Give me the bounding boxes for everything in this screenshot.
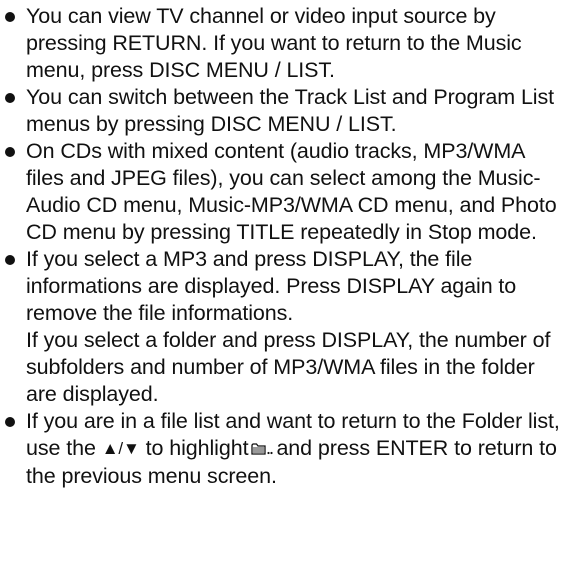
tip-text: If you select a MP3 and press DISPLAY, t…: [26, 247, 517, 325]
tip-item-switch-lists: You can switch between the Track List an…: [0, 84, 562, 138]
manual-page: You can view TV channel or video input s…: [0, 0, 562, 579]
bullet-icon: [5, 255, 15, 265]
tip-text-middle: to highlight: [145, 436, 249, 460]
up-down-arrows-icon: ▲/▼: [101, 439, 140, 458]
tip-item-mixed-content: On CDs with mixed content (audio tracks,…: [0, 138, 562, 246]
tip-item-display: If you select a MP3 and press DISPLAY, t…: [0, 246, 562, 408]
bullet-icon: [5, 147, 15, 157]
tip-item-return: You can view TV channel or video input s…: [0, 3, 562, 84]
tips-list: You can view TV channel or video input s…: [0, 3, 562, 490]
tip-item-folder-list: If you are in a file list and want to re…: [0, 408, 562, 490]
tip-text: If you are in a file list and want to re…: [26, 408, 562, 490]
tip-text: You can view TV channel or video input s…: [26, 4, 522, 82]
bullet-icon: [5, 417, 15, 427]
bullet-icon: [5, 93, 15, 103]
bullet-icon: [5, 12, 15, 22]
tip-continuation-text: If you select a folder and press DISPLAY…: [26, 328, 551, 406]
tip-text: On CDs with mixed content (audio tracks,…: [26, 139, 557, 244]
folder-up-icon: [251, 442, 274, 456]
tip-text: You can switch between the Track List an…: [26, 85, 555, 136]
